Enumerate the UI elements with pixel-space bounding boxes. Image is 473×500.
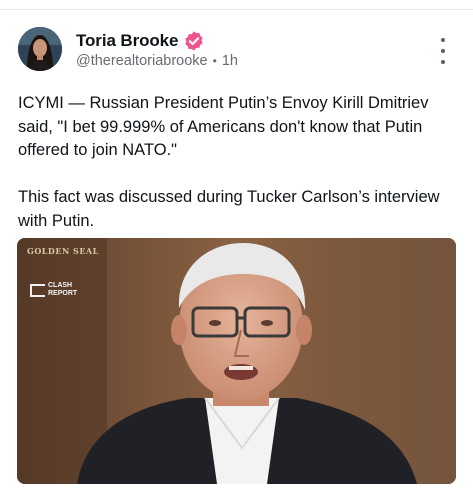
- video-frame-image: [17, 238, 456, 484]
- separator-dot: •: [212, 54, 217, 68]
- author-display-name[interactable]: Toria Brooke: [76, 31, 179, 51]
- author-name-row: Toria Brooke: [76, 30, 205, 52]
- more-vertical-icon: [441, 38, 445, 42]
- verified-badge-icon: [183, 30, 205, 52]
- clash-logo-line2: REPORT: [48, 290, 78, 297]
- clash-logo-mark-icon: [30, 283, 45, 297]
- avatar-image: [18, 27, 62, 71]
- more-vertical-icon-dot: [441, 49, 445, 53]
- clash-logo-text: CLASH REPORT: [48, 282, 77, 298]
- post-video-thumbnail[interactable]: GOLDEN SEAL CLASH REPORT: [17, 238, 456, 484]
- top-divider: [0, 0, 473, 10]
- author-meta-row: @therealtoriabrooke • 1h: [76, 53, 238, 69]
- more-vertical-icon-dot: [441, 60, 445, 64]
- post-card[interactable]: Toria Brooke @therealtoriabrooke • 1h IC…: [0, 10, 473, 500]
- post-timestamp[interactable]: 1h: [222, 53, 238, 69]
- more-options-button[interactable]: [433, 38, 453, 64]
- clash-report-logo: CLASH REPORT: [30, 282, 77, 298]
- channel-watermark: GOLDEN SEAL: [27, 246, 99, 256]
- clash-logo-line1: CLASH: [48, 282, 73, 289]
- author-handle[interactable]: @therealtoriabrooke: [76, 53, 208, 69]
- avatar[interactable]: [18, 27, 62, 71]
- post-body-text: ICYMI — Russian President Putin’s Envoy …: [18, 94, 440, 230]
